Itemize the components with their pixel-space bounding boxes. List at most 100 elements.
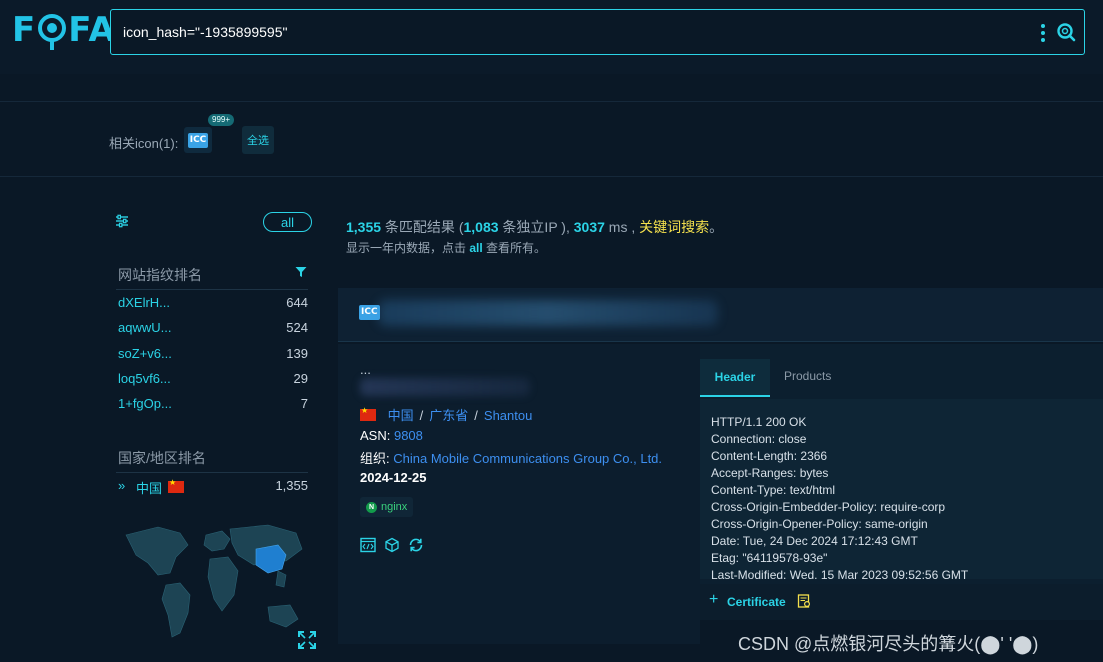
china-flag-icon — [360, 406, 376, 421]
header-line: HTTP/1.1 200 OK — [711, 415, 807, 429]
logo-letter-f: F — [12, 10, 37, 50]
product-tag-label: nginx — [381, 501, 408, 513]
result-card-body: ... 中国 / 广东省 / Shantou ASN: 9808 组织: China M… — [338, 344, 700, 644]
fofa-logo[interactable]: F FA — [12, 10, 116, 50]
icon-count-badge: 999+ — [208, 114, 235, 126]
fingerprint-item[interactable]: dXElrH... 644 — [118, 295, 308, 315]
fingerprint-count: 29 — [293, 371, 308, 386]
icc-icon: ICC — [359, 305, 380, 320]
country-rank-title: 国家/地区排名 — [118, 450, 206, 466]
city-link[interactable]: Shantou — [484, 408, 532, 423]
asn-label: ASN: — [360, 428, 394, 443]
fingerprint-item[interactable]: 1+fgOp... 7 — [118, 396, 308, 416]
result-card-header: ICC — [338, 288, 1103, 342]
result-title — [360, 378, 530, 396]
separator: / — [474, 408, 478, 423]
header-line: Cross-Origin-Embedder-Policy: require-co… — [711, 500, 946, 514]
tab-header[interactable]: Header — [700, 359, 770, 397]
tab-products[interactable]: Products — [784, 369, 831, 383]
top-bar: F FA — [0, 0, 1103, 74]
related-icon-tile[interactable]: ICC — [184, 127, 212, 153]
fingerprint-name[interactable]: loq5vf6... — [118, 371, 171, 386]
location-row: 中国 / 广东省 / Shantou — [360, 405, 532, 424]
fingerprint-rank-title: 网站指纹排名 — [118, 267, 202, 283]
code-view-icon[interactable] — [360, 537, 376, 553]
fingerprint-item[interactable]: loq5vf6... 29 — [118, 371, 308, 391]
plus-icon[interactable]: + — [709, 591, 718, 609]
secondary-bar — [0, 74, 1103, 102]
stats-subtext: 显示一年内数据，点击 all 查看所有。 — [346, 239, 546, 256]
logo-letters-fa: FA — [68, 10, 116, 50]
china-flag-icon — [168, 478, 184, 493]
time-unit: ms , — [604, 219, 640, 235]
nginx-icon: N — [366, 501, 377, 513]
certificate-icon[interactable] — [797, 594, 811, 608]
country-item[interactable]: » 中国 1,355 — [118, 478, 308, 498]
fingerprint-count: 139 — [286, 346, 308, 361]
separator: / — [419, 408, 424, 423]
header-line: Content-Type: text/html — [711, 483, 836, 497]
refresh-icon[interactable] — [408, 537, 424, 553]
result-date: 2024-12-25 — [360, 470, 427, 485]
divider — [116, 472, 308, 473]
header-line: Cross-Origin-Opener-Policy: same-origin — [711, 517, 928, 531]
search-input[interactable] — [123, 21, 1003, 43]
country-link[interactable]: 中国 — [388, 408, 414, 423]
match-count: 1,355 — [346, 219, 382, 235]
fingerprint-count: 524 — [286, 320, 308, 335]
result-url-link[interactable] — [378, 300, 718, 326]
sub-suffix: 查看所有。 — [482, 241, 547, 255]
unique-ip-label: 条独立IP ), — [498, 219, 574, 235]
asn-row: ASN: 9808 — [360, 428, 423, 443]
org-row: 组织: China Mobile Communications Group Co… — [360, 448, 662, 467]
related-icons-label: 相关icon(1): — [109, 136, 179, 151]
asn-link[interactable]: 9808 — [394, 428, 423, 443]
fingerprint-item[interactable]: soZ+v6... 139 — [118, 346, 308, 366]
all-toggle-button[interactable]: all — [263, 212, 312, 232]
logo-o-icon — [38, 14, 67, 50]
world-map[interactable] — [118, 515, 313, 655]
certificate-button[interactable]: Certificate — [727, 595, 786, 609]
divider — [116, 289, 308, 290]
chevron-double-right-icon: » — [118, 478, 126, 493]
related-icons-bar: 相关icon(1): ICC 999+ 全选 — [0, 103, 1103, 177]
more-options-icon[interactable] — [1040, 24, 1046, 42]
fingerprint-name[interactable]: 1+fgOp... — [118, 396, 172, 411]
filter-settings-icon[interactable] — [115, 214, 129, 228]
product-tag[interactable]: N nginx — [360, 497, 414, 517]
header-line: Connection: close — [711, 432, 807, 446]
fingerprint-count: 644 — [286, 295, 308, 310]
org-link[interactable]: China Mobile Communications Group Co., L… — [393, 451, 662, 466]
expand-icon[interactable] — [298, 631, 316, 649]
funnel-filter-icon[interactable] — [295, 266, 307, 278]
header-line: Last-Modified: Wed, 15 Mar 2023 09:52:56… — [711, 568, 969, 579]
cube-icon[interactable] — [384, 537, 400, 553]
search-icon[interactable] — [1056, 22, 1076, 42]
keyword-search-link[interactable]: 关键词搜索 — [639, 219, 709, 235]
header-line: Etag: "64119578-93e" — [711, 551, 828, 565]
fingerprint-name[interactable]: dXElrH... — [118, 295, 170, 310]
province-link[interactable]: 广东省 — [429, 408, 468, 423]
org-label: 组织: — [360, 451, 394, 466]
search-box — [110, 9, 1085, 55]
header-line: Date: Tue, 24 Dec 2024 17:12:43 GMT — [711, 534, 918, 548]
fingerprint-count: 7 — [300, 396, 308, 411]
header-panel: Header Products HTTP/1.1 200 OK Connecti… — [700, 344, 1103, 620]
header-line: Content-Length: 2366 — [711, 449, 828, 463]
result-ellipsis: ... — [360, 362, 371, 377]
fingerprint-item[interactable]: aqwwU... 524 — [118, 320, 308, 340]
country-name[interactable]: 中国 — [136, 478, 162, 497]
show-all-link[interactable]: all — [469, 241, 482, 255]
select-all-button[interactable]: 全选 — [242, 126, 274, 154]
country-count: 1,355 — [275, 478, 308, 493]
sub-prefix: 显示一年内数据，点击 — [346, 241, 470, 255]
match-label: 条匹配结果 ( — [381, 219, 464, 235]
result-stats: 1,355 条匹配结果 (1,083 条独立IP ), 3037 ms , 关键… — [346, 217, 723, 237]
certificate-bar[interactable]: + Certificate — [700, 584, 1103, 620]
query-time: 3037 — [573, 219, 605, 235]
fingerprint-name[interactable]: aqwwU... — [118, 320, 171, 335]
header-line: Accept-Ranges: bytes — [711, 466, 829, 480]
stats-end: 。 — [709, 219, 724, 235]
http-header-content[interactable]: HTTP/1.1 200 OK Connection: close Conten… — [700, 399, 1103, 579]
fingerprint-name[interactable]: soZ+v6... — [118, 346, 172, 361]
